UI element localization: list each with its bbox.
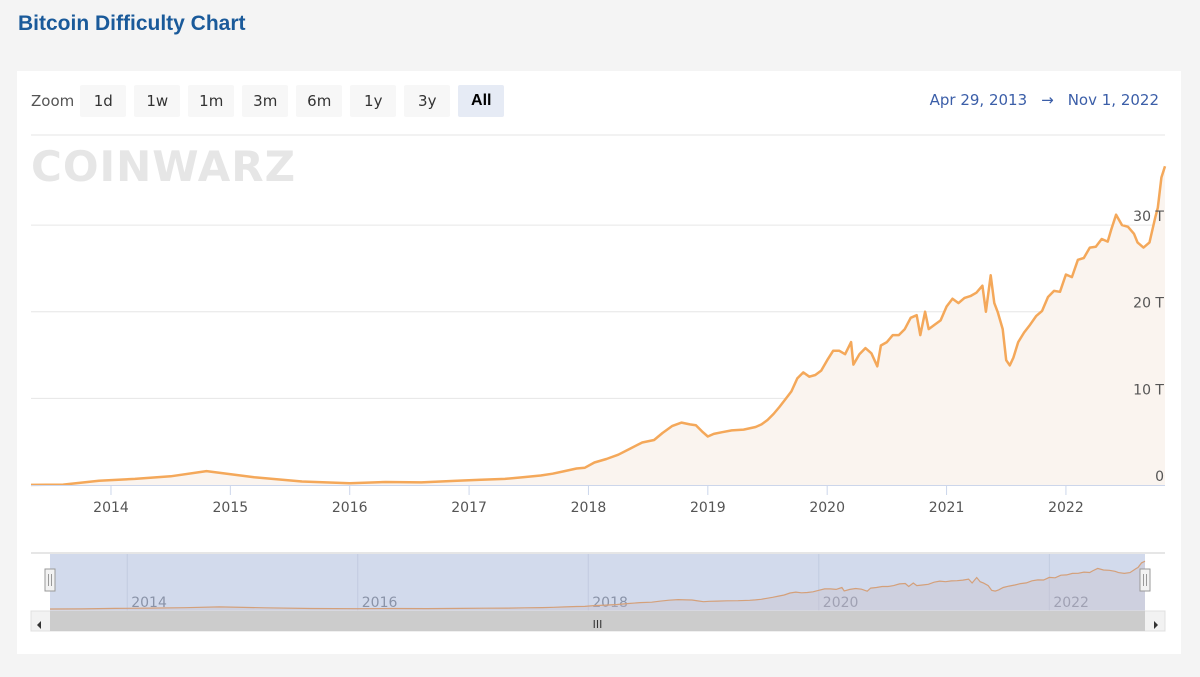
- y-tick-label: 20 T: [1133, 296, 1164, 312]
- x-tick-label: 2018: [571, 500, 607, 516]
- coinwarz-watermark-logo: COINWARZ: [31, 142, 296, 191]
- x-tick-label: 2014: [93, 500, 129, 516]
- x-tick-label: 2019: [690, 500, 726, 516]
- page-title: Bitcoin Difficulty Chart: [18, 12, 246, 35]
- x-tick-label: 2017: [451, 500, 487, 516]
- x-tick-label: 2022: [1048, 500, 1084, 516]
- navigator-right-handle[interactable]: [1139, 568, 1151, 592]
- x-tick-label: 2016: [332, 500, 368, 516]
- difficulty-area: [31, 166, 1165, 485]
- handle-body[interactable]: [1139, 568, 1151, 592]
- chart-card: Zoom 1d 1w 1m 3m 6m 1y 3y All Apr 29, 20…: [17, 71, 1181, 654]
- x-tick-label: 2021: [929, 500, 965, 516]
- y-tick-label: 30 T: [1133, 209, 1164, 225]
- x-tick-label: 2015: [213, 500, 249, 516]
- x-axis: 2014 2015 2016 2017 2018 2019 2020 2021 2022: [31, 485, 1165, 516]
- scrollbar-grip-icon: III: [593, 618, 603, 631]
- y-tick-label: 10 T: [1133, 382, 1164, 398]
- x-tick-label: 2020: [809, 500, 845, 516]
- navigator-scrollbar[interactable]: III: [30, 610, 1166, 632]
- navigator-left-handle[interactable]: [44, 568, 56, 592]
- difficulty-chart: COINWARZ 010 T20 T30 T 2014 2015 2016 2017 2…: [30, 134, 1167, 632]
- navigator: 20142016201820202022III: [30, 552, 1166, 632]
- handle-body[interactable]: [44, 568, 56, 592]
- watermark-text: COINWARZ: [31, 142, 296, 191]
- y-tick-label: 0: [1155, 469, 1164, 485]
